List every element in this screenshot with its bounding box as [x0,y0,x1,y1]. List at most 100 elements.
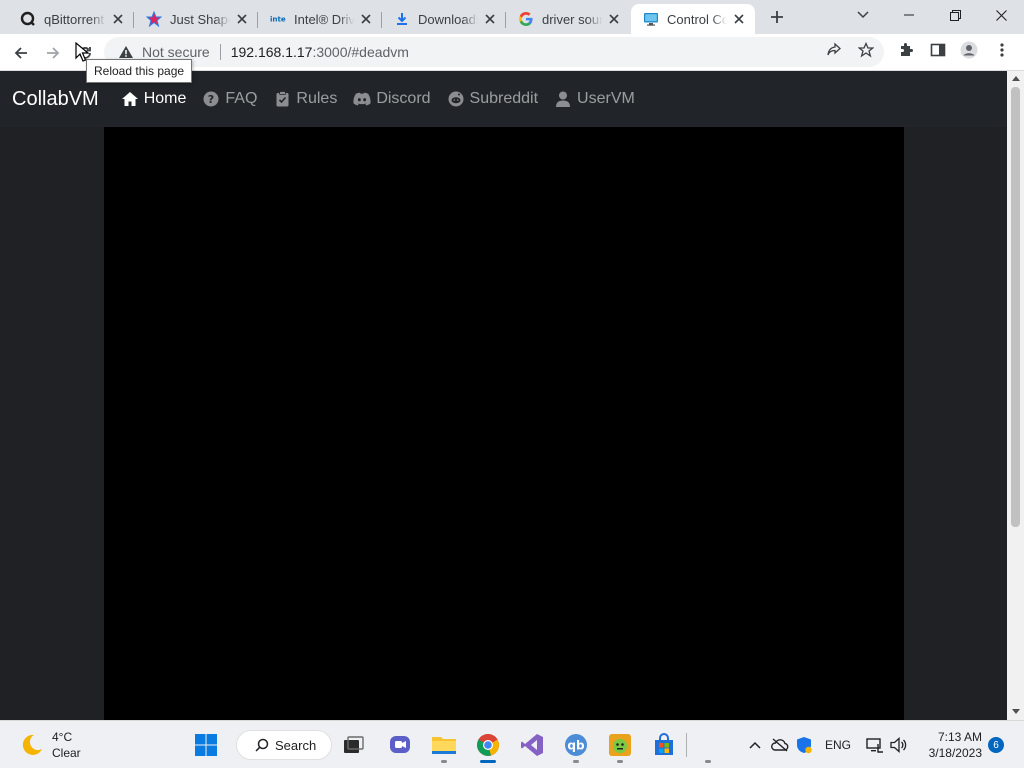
chrome-app[interactable] [470,727,506,763]
extensions-button[interactable] [897,41,915,59]
tab-title: qBittorrent [44,11,104,27]
side-panel-button[interactable] [929,41,947,59]
language-indicator[interactable]: ENG [822,733,854,757]
pinned-app[interactable] [690,727,726,763]
qbittorrent-icon [20,11,36,27]
close-tab-icon[interactable] [482,11,498,27]
discord-icon [353,90,371,108]
bookmark-button[interactable] [857,41,875,59]
scrollbar-thumb[interactable] [1011,87,1020,527]
tab-downloads[interactable]: Downloads [382,4,506,34]
nav-rules[interactable]: Rules [273,90,337,108]
nav-discord[interactable]: Discord [353,90,431,108]
tab-title: Just Shapes [170,11,230,27]
nav-home[interactable]: Home [121,90,187,108]
nav-label: Subreddit [469,90,539,107]
teams-chat-app[interactable] [382,727,418,763]
chrome-menu-button[interactable] [993,41,1011,59]
close-icon [995,9,1007,21]
scroll-down-arrow-icon[interactable] [1011,707,1020,716]
close-tab-icon[interactable] [358,11,374,27]
minimize-button[interactable] [886,0,932,30]
task-view-button[interactable] [336,727,372,763]
network-tray-icon[interactable] [864,733,886,757]
close-tab-icon[interactable] [731,11,747,27]
system-clock[interactable]: 7:13 AM 3/18/2023 [918,729,982,761]
tab-qbittorrent[interactable]: qBittorrent [8,4,134,34]
arrow-right-icon [47,47,60,59]
close-tab-icon[interactable] [110,11,126,27]
close-window-button[interactable] [978,0,1024,30]
visual-studio-app[interactable] [514,727,550,763]
page-content: CollabVM Home ? FAQ Rules Discord Subred… [0,71,1007,720]
search-icon [255,738,269,752]
task-view-icon [344,736,364,753]
forward-button[interactable] [40,40,66,66]
shield-icon [797,737,812,754]
page-scrollbar[interactable] [1007,71,1024,720]
nav-faq[interactable]: ? FAQ [202,90,257,108]
back-button[interactable] [8,40,34,66]
store-app[interactable] [646,727,682,763]
tab-google-search[interactable]: driver sour [506,4,630,34]
file-explorer-app[interactable] [426,727,462,763]
close-tab-icon[interactable] [234,11,250,27]
store-icon [655,733,673,755]
star-icon [858,42,874,58]
volume-tray-icon[interactable] [888,733,910,757]
tab-just-shapes[interactable]: Just Shapes [134,4,258,34]
nav-label: FAQ [225,90,258,107]
folder-icon [432,737,456,754]
tab-title: Intel® Driv [294,11,354,27]
onedrive-tray-icon[interactable] [770,733,790,757]
weather-widget[interactable]: 4°C Clear [20,729,81,761]
warning-triangle-icon[interactable] [118,45,134,59]
game-app[interactable] [602,727,638,763]
home-icon [121,90,139,108]
tab-title: Control Co [667,11,727,27]
tab-control-center-active[interactable]: Control Co [631,4,755,34]
download-icon [394,11,410,27]
nav-label: Home [143,90,187,107]
new-tab-button[interactable] [765,6,789,28]
svg-text:qb: qb [567,739,585,753]
speaker-icon [890,737,907,753]
restore-icon [949,9,961,21]
vm-display-canvas[interactable] [104,127,904,720]
scroll-up-arrow-icon[interactable] [1011,74,1020,83]
user-icon [554,90,572,108]
nav-label: UserVM [577,90,635,107]
running-indicator [705,760,711,763]
chevron-up-icon [749,741,761,749]
side-panel-icon [930,43,946,57]
kebab-menu-icon [1000,43,1004,57]
profile-button[interactable] [960,41,978,59]
show-hidden-icons-button[interactable] [746,733,764,757]
svg-text:intel: intel [270,15,286,24]
security-tray-icon[interactable] [794,733,814,757]
tab-title: driver sour [542,11,602,27]
nav-uservm[interactable]: UserVM [554,90,635,108]
share-button[interactable] [825,41,843,59]
address-bar[interactable]: Not secure 192.168.1.17:3000/#deadvm [104,37,884,67]
weather-condition: Clear [52,746,81,760]
close-tab-icon[interactable] [606,11,622,27]
tab-search-button[interactable] [840,0,886,30]
google-icon [518,11,534,27]
start-button[interactable] [188,727,224,763]
qbittorrent-app[interactable]: qb [558,727,594,763]
running-indicator [573,760,579,763]
taskbar-search[interactable]: Search [236,730,332,760]
site-brand[interactable]: CollabVM [12,88,99,111]
intel-icon: intel [270,11,286,27]
security-status-label[interactable]: Not secure [142,44,210,60]
notification-badge[interactable]: 6 [988,737,1004,753]
minimize-icon [904,14,914,16]
taskbar-divider [686,733,687,757]
active-app-indicator [480,760,496,763]
tab-intel[interactable]: intel Intel® Driv [258,4,382,34]
chevron-down-icon [857,11,869,19]
nav-subreddit[interactable]: Subreddit [447,90,539,108]
clock-date: 3/18/2023 [928,746,982,760]
restore-button[interactable] [932,0,978,30]
